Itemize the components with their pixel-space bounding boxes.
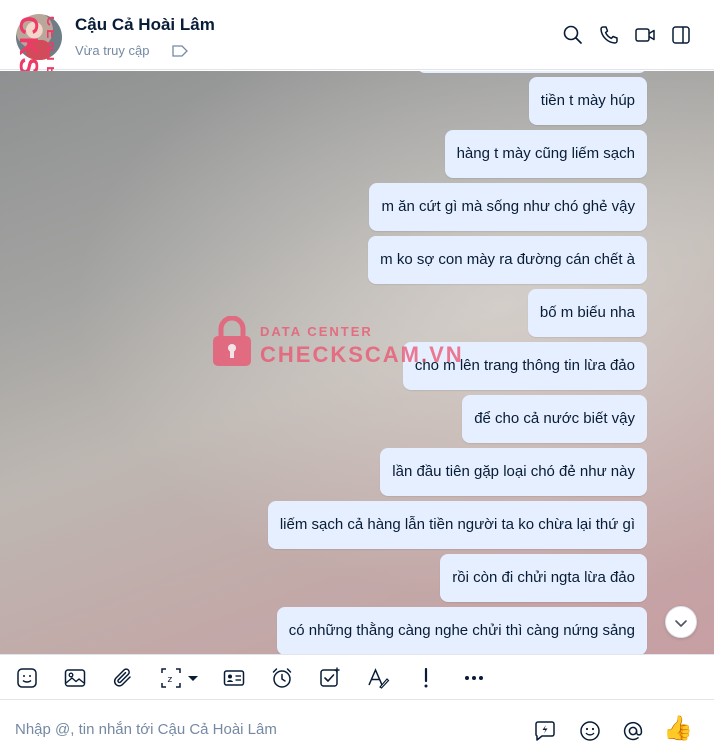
message-bubble[interactable]: liếm sạch cả hàng lẫn tiền người ta ko c… — [267, 501, 647, 549]
message-bubble[interactable]: hàng t mày cũng liếm sạch — [444, 130, 647, 178]
message-bubble[interactable]: lần đầu tiên gặp loại chó đẻ như này — [380, 448, 647, 496]
message-bubble[interactable]: m ăn cứt gì mà sống như chó ghẻ vậy — [369, 183, 647, 231]
task-icon[interactable] — [318, 666, 342, 690]
phone-icon[interactable] — [598, 24, 620, 46]
contact-status: Vừa truy cập — [75, 43, 150, 58]
message-bubble[interactable]: để cho cả nước biết vậy — [462, 395, 647, 443]
message-bubble[interactable]: rồi còn đi chửi ngta lừa đảo — [440, 554, 647, 602]
sticker-icon[interactable] — [15, 666, 39, 690]
sidebar-toggle-icon[interactable] — [670, 24, 692, 46]
reminder-icon[interactable] — [270, 666, 294, 690]
message-bubble-partial — [417, 71, 647, 73]
thumbs-up-icon[interactable]: 👍 — [663, 715, 693, 743]
avatar[interactable] — [16, 14, 62, 60]
message-bubble[interactable]: cho m lên trang thông tin lừa đảo — [402, 342, 647, 390]
emoji-icon[interactable] — [578, 719, 602, 743]
urgent-icon[interactable] — [414, 666, 438, 690]
message-input[interactable]: Nhập @, tin nhắn tới Cậu Cả Hoài Lâm — [15, 721, 277, 738]
quick-reply-icon[interactable] — [533, 719, 557, 743]
message-list[interactable]: tiền t mày húp hàng t mày cũng liếm sạch… — [0, 71, 714, 654]
text-format-icon[interactable] — [366, 666, 390, 690]
image-icon[interactable] — [63, 666, 87, 690]
screenshot-icon[interactable]: z — [159, 666, 183, 690]
attachment-icon[interactable] — [111, 666, 135, 690]
scroll-to-bottom-button[interactable] — [665, 606, 697, 638]
svg-text:z: z — [168, 675, 173, 685]
composer-toolbar: z — [0, 654, 714, 700]
message-bubble[interactable]: m ko sợ con mày ra đường cán chết à — [368, 236, 647, 284]
message-composer[interactable]: Nhập @, tin nhắn tới Cậu Cả Hoài Lâm 👍 — [0, 701, 714, 749]
tag-icon[interactable] — [172, 44, 188, 62]
message-bubble[interactable]: tiền t mày húp — [528, 77, 647, 125]
chevron-down-icon — [675, 620, 687, 627]
video-icon[interactable] — [634, 24, 656, 46]
contact-name[interactable]: Cậu Cả Hoài Lâm — [75, 15, 215, 35]
business-card-icon[interactable] — [222, 666, 246, 690]
search-icon[interactable] — [562, 24, 584, 46]
more-icon[interactable] — [462, 666, 486, 690]
message-bubble[interactable]: bố m biếu nha — [527, 289, 647, 337]
chevron-down-icon[interactable] — [185, 666, 201, 690]
message-bubble[interactable]: có những thằng càng nghe chửi thì càng n… — [276, 607, 647, 654]
chat-header: Cậu Cả Hoài Lâm Vừa truy cập CKSCAM.VN C… — [0, 0, 714, 166]
mention-icon[interactable] — [621, 719, 645, 743]
